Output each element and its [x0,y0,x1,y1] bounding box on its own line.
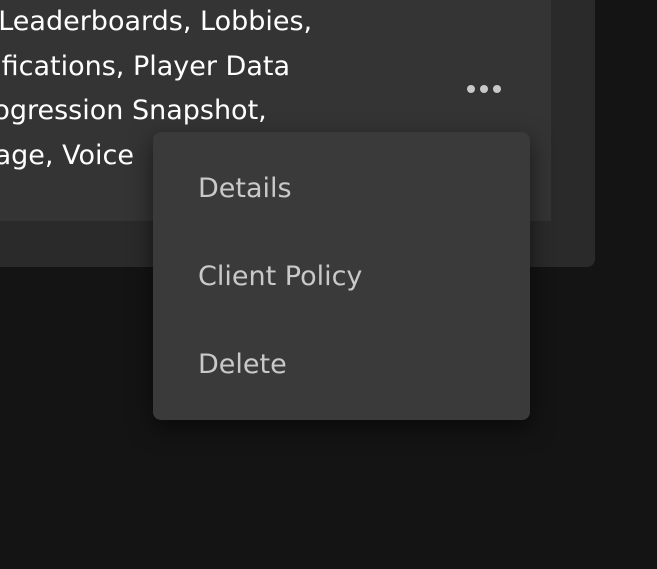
menu-item-label: Details [198,172,292,204]
menu-item-client-policy[interactable]: Client Policy [153,232,530,320]
more-horizontal-icon [467,85,475,93]
menu-item-details[interactable]: Details [153,144,530,232]
features-line: orage, Voice [0,140,134,171]
context-menu: Details Client Policy Delete [153,132,530,420]
more-horizontal-icon [480,85,488,93]
more-horizontal-icon [493,85,501,93]
features-line: s, Leaderboards, Lobbies, [0,6,313,37]
menu-item-label: Client Policy [198,260,363,292]
menu-item-delete[interactable]: Delete [153,320,530,408]
features-line: Progression Snapshot, [0,95,267,126]
more-options-button[interactable] [458,74,510,104]
features-line: otifications, Player Data [0,51,291,82]
menu-item-label: Delete [198,348,287,380]
